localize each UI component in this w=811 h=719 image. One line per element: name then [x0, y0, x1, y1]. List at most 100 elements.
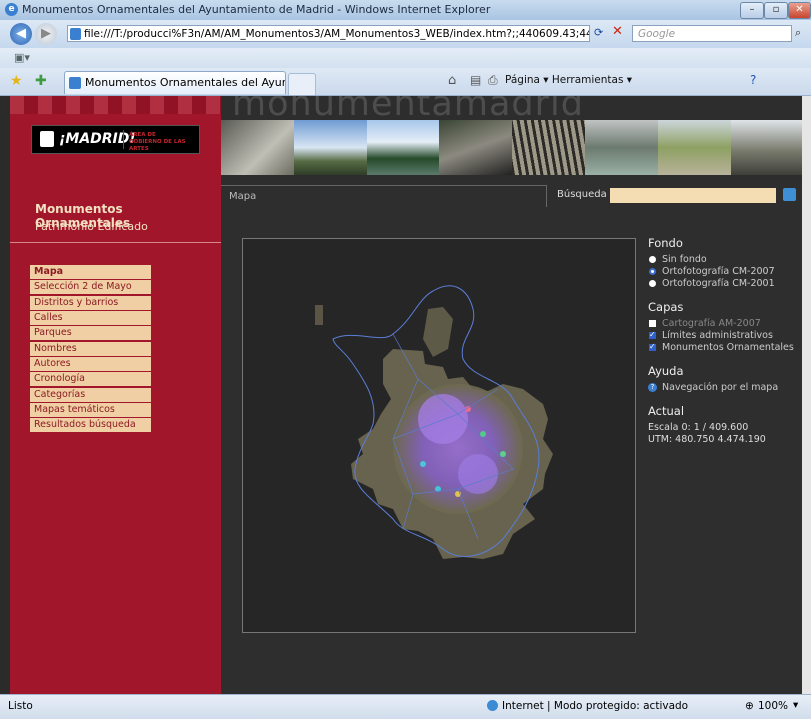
brand-title: monumentamadrid: [232, 96, 584, 124]
tab-page-icon: [69, 77, 81, 89]
ie-logo-icon: e: [5, 3, 18, 16]
help-icon: ?: [648, 383, 657, 392]
logo-area-text: ÁREA DE GOBIERNO DE LAS ARTES: [129, 132, 186, 152]
radio-selected-icon[interactable]: [649, 268, 656, 275]
forward-button[interactable]: ▶: [35, 23, 57, 45]
maximize-button[interactable]: ▫: [764, 2, 788, 19]
favorites-star-icon[interactable]: ★: [10, 73, 23, 89]
security-zone-text[interactable]: Internet | Modo protegido: activado: [502, 700, 688, 712]
fondo-option-orto-2001[interactable]: Ortofotografía CM-2001: [648, 278, 808, 290]
menu-item-resultados[interactable]: Resultados búsqueda: [30, 418, 151, 433]
monument-marker: [500, 451, 506, 457]
map-viewer[interactable]: [242, 238, 636, 633]
page-scrollbar[interactable]: [802, 96, 811, 694]
back-button[interactable]: ◀: [10, 23, 32, 45]
radio-icon[interactable]: [649, 280, 656, 287]
menu-item-distritos[interactable]: Distritos y barrios: [30, 295, 151, 310]
capa-monumentos[interactable]: Monumentos Ornamentales: [648, 341, 808, 354]
stop-icon[interactable]: ✕: [612, 24, 623, 39]
site-search-input[interactable]: [610, 188, 776, 203]
feeds-icon[interactable]: ▤: [470, 73, 481, 87]
tab-bar: ★ ✚ Monumentos Ornamentales del Ayuntami…: [0, 68, 811, 96]
zoom-level[interactable]: 100%: [758, 700, 788, 712]
fondo-option-orto-2007[interactable]: Ortofotografía CM-2007: [648, 266, 808, 278]
logo-text: ¡MADRID!: [59, 131, 136, 147]
sidebar-divider: [10, 242, 221, 243]
monument-marker: [420, 461, 426, 467]
status-bar: Listo Internet | Modo protegido: activad…: [0, 694, 811, 719]
ayuda-link[interactable]: ? Navegación por el mapa: [648, 382, 808, 394]
fondo-option-label: Ortofotografía CM-2007: [662, 266, 775, 277]
print-icon[interactable]: ⎙: [488, 73, 498, 88]
help-icon[interactable]: ?: [750, 73, 756, 87]
aerial-orthophoto-north: [423, 307, 453, 357]
tab-title: Monumentos Ornamentales del Ayuntamiento…: [85, 76, 285, 89]
fondo-option-sin-fondo[interactable]: Sin fondo: [648, 254, 808, 266]
tab-mapa[interactable]: Mapa: [221, 185, 547, 207]
close-button[interactable]: ✕: [788, 2, 811, 19]
escala-text: Escala 0: 1 / 409.600: [648, 422, 749, 433]
utm-text: UTM: 480.750 4.474.190: [648, 434, 766, 445]
home-icon[interactable]: ⌂: [448, 73, 456, 88]
madrid-bear-icon: [40, 131, 54, 147]
search-go-icon[interactable]: [783, 188, 796, 201]
checkbox-checked-icon[interactable]: [649, 329, 656, 341]
menu-item-parques[interactable]: Parques: [30, 326, 151, 341]
address-field[interactable]: file:///T:/producci%F3n/AM/AM_Monumentos…: [67, 25, 590, 42]
status-text: Listo: [8, 700, 33, 712]
aerial-orthophoto-west: [315, 305, 323, 325]
menu-item-mapa[interactable]: Mapa: [30, 265, 151, 279]
web-page: ¡MADRID! ÁREA DE GOBIERNO DE LAS ARTES M…: [10, 96, 811, 694]
capas-heading: Capas: [648, 300, 684, 314]
monument-cluster: [458, 454, 498, 494]
header-photo: [512, 120, 585, 175]
menu-item-calles[interactable]: Calles: [30, 311, 151, 326]
fondo-heading: Fondo: [648, 236, 683, 250]
capa-label: Monumentos Ornamentales: [662, 342, 794, 353]
links-icon[interactable]: ▣▾: [14, 51, 30, 64]
sidebar: ¡MADRID! ÁREA DE GOBIERNO DE LAS ARTES M…: [10, 96, 221, 694]
search-input[interactable]: Google: [632, 25, 792, 42]
header-photo: [221, 120, 294, 175]
minimize-button[interactable]: –: [740, 2, 764, 19]
search-label: Búsqueda: [557, 189, 607, 200]
capa-label: Límites administrativos: [662, 330, 773, 341]
madrid-logo[interactable]: ¡MADRID! ÁREA DE GOBIERNO DE LAS ARTES: [31, 125, 200, 154]
checkbox-checked-icon[interactable]: [649, 341, 656, 353]
header-photo: [439, 120, 512, 175]
window-titlebar: e Monumentos Ornamentales del Ayuntamien…: [0, 0, 811, 21]
ayuda-link-label: Navegación por el mapa: [662, 382, 779, 393]
checkbox-icon[interactable]: [649, 320, 656, 327]
capa-label: Cartografía AM-2007: [662, 318, 761, 329]
address-toolbar: ◀ ▶ file:///T:/producci%F3n/AM/AM_Monume…: [0, 20, 811, 48]
menu-item-mapas-tematicos[interactable]: Mapas temáticos: [30, 403, 151, 418]
header-photo: [658, 120, 731, 175]
zoom-dropdown-icon[interactable]: ▾: [793, 699, 798, 711]
menu-item-autores[interactable]: Autores: [30, 357, 151, 372]
capa-limites[interactable]: Límites administrativos: [648, 329, 808, 342]
header-photo: [367, 120, 439, 175]
refresh-icon[interactable]: ⟳: [594, 26, 603, 39]
capa-cartografia[interactable]: Cartografía AM-2007: [648, 318, 808, 330]
menu-item-cronologia[interactable]: Cronología: [30, 372, 151, 387]
window-title: Monumentos Ornamentales del Ayuntamiento…: [22, 3, 491, 16]
new-tab-button[interactable]: [288, 73, 316, 95]
map-canvas[interactable]: [243, 239, 635, 632]
command-menus[interactable]: Página ▾ Herramientas ▾: [505, 74, 632, 86]
browser-tab[interactable]: Monumentos Ornamentales del Ayuntamiento…: [64, 71, 286, 94]
search-icon[interactable]: ⌕: [795, 26, 801, 40]
header-photo: [731, 120, 811, 175]
zoom-icon: ⊕: [745, 700, 754, 712]
fondo-option-label: Ortofotografía CM-2001: [662, 278, 775, 289]
monument-cluster: [418, 394, 468, 444]
menu-item-nombres[interactable]: Nombres: [30, 341, 151, 356]
menu-item-seleccion[interactable]: Selección 2 de Mayo: [30, 280, 151, 295]
logo-separator: [123, 130, 124, 149]
add-favorite-icon[interactable]: ✚: [35, 73, 47, 89]
content-tabs: Mapa Búsqueda: [221, 185, 811, 207]
header-photo-strip: [221, 120, 811, 175]
menu-item-categorias[interactable]: Categorías: [30, 387, 151, 402]
main-menu: Mapa Selección 2 de Mayo Distritos y bar…: [30, 265, 151, 434]
radio-icon[interactable]: [649, 256, 656, 263]
page-icon: [70, 28, 81, 40]
